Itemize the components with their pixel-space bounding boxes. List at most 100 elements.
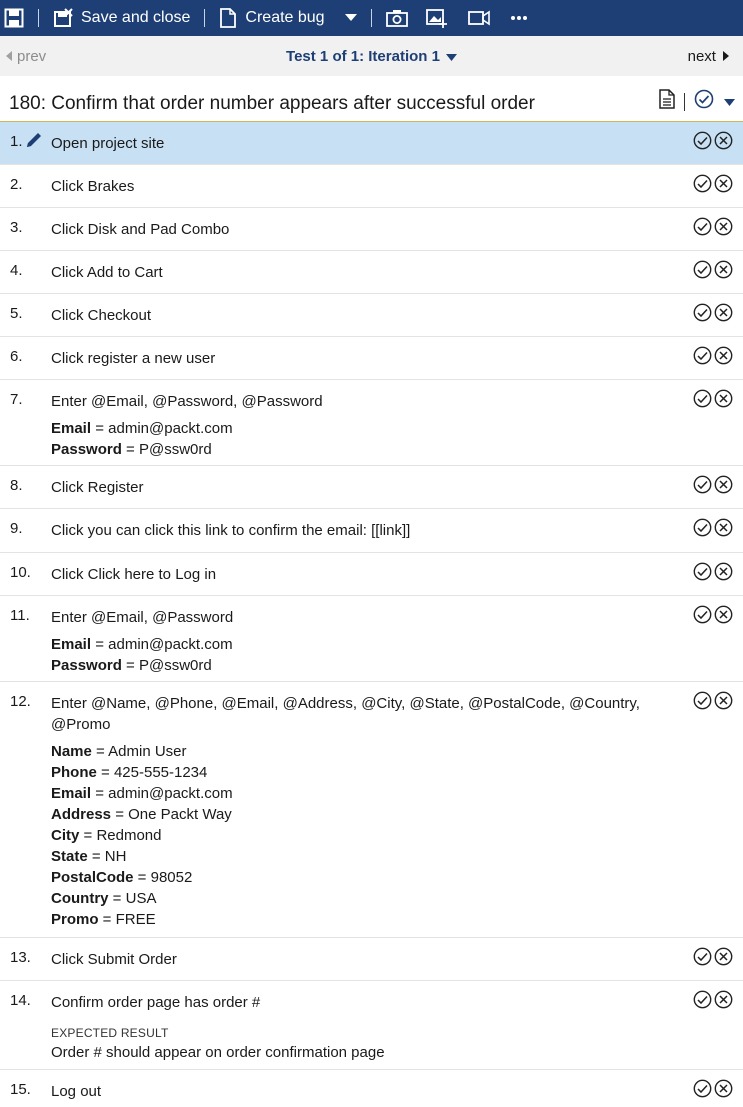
parameter-name: Address xyxy=(51,806,112,823)
test-step[interactable]: 15. Log out xyxy=(0,1070,743,1107)
screenshot-button[interactable] xyxy=(380,0,414,36)
create-bug-button[interactable]: Create bug xyxy=(213,0,330,36)
parameter-row: PostalCode = 98052 xyxy=(51,869,193,886)
test-step[interactable]: 13. Click Submit Order xyxy=(0,938,743,981)
test-step[interactable]: 12. Enter @Name, @Phone, @Email, @Addres… xyxy=(0,682,743,938)
next-button[interactable]: next xyxy=(623,48,743,65)
iteration-label: Test 1 of 1: Iteration 1 xyxy=(286,47,440,65)
pass-step-icon[interactable] xyxy=(693,990,712,1014)
step-action-text: Click Checkout xyxy=(51,307,152,324)
test-step[interactable]: 8. Click Register xyxy=(0,466,743,509)
pass-step-icon[interactable] xyxy=(693,947,712,971)
fail-step-icon[interactable] xyxy=(714,131,733,155)
pass-step-icon[interactable] xyxy=(693,475,712,499)
parameter-value: Admin User xyxy=(108,743,187,760)
pass-step-icon[interactable] xyxy=(693,260,712,284)
pass-step-icon[interactable] xyxy=(693,691,712,715)
fail-step-icon[interactable] xyxy=(714,605,733,629)
parameter-row: Country = USA xyxy=(51,890,157,907)
step-action-text: Confirm order page has order # xyxy=(51,994,261,1011)
step-result-actions xyxy=(691,475,733,499)
fail-step-icon[interactable] xyxy=(714,562,733,586)
fail-step-icon[interactable] xyxy=(714,303,733,327)
test-case-header: 180: Confirm that order number appears a… xyxy=(0,76,743,122)
fail-step-icon[interactable] xyxy=(714,217,733,241)
comment-icon[interactable] xyxy=(659,89,675,114)
step-action-text: Click Click here to Log in xyxy=(51,566,217,583)
step-number: 13. xyxy=(10,949,31,966)
fail-step-icon[interactable] xyxy=(714,389,733,413)
step-number: 9. xyxy=(10,520,23,537)
pass-step-icon[interactable] xyxy=(693,174,712,198)
fail-step-icon[interactable] xyxy=(714,475,733,499)
fail-step-icon[interactable] xyxy=(714,260,733,284)
test-step[interactable]: 14. Confirm order page has order # EXPEC… xyxy=(0,981,743,1070)
test-step[interactable]: 2. Click Brakes xyxy=(0,165,743,208)
record-video-icon xyxy=(467,10,490,26)
step-number: 7. xyxy=(10,391,23,408)
fail-step-icon[interactable] xyxy=(714,518,733,542)
pass-step-icon[interactable] xyxy=(693,131,712,155)
test-step[interactable]: 6. Click register a new user xyxy=(0,337,743,380)
test-step[interactable]: 3. Click Disk and Pad Combo xyxy=(0,208,743,251)
test-step[interactable]: 4. Click Add to Cart xyxy=(0,251,743,294)
pass-step-icon[interactable] xyxy=(693,389,712,413)
pass-step-icon[interactable] xyxy=(693,217,712,241)
fail-step-icon[interactable] xyxy=(714,174,733,198)
step-number: 8. xyxy=(10,477,23,494)
prev-button[interactable]: prev xyxy=(0,48,120,65)
step-number: 4. xyxy=(10,262,23,279)
test-step[interactable]: 7. Enter @Email, @Password, @Password Em… xyxy=(0,380,743,466)
pass-step-icon[interactable] xyxy=(693,605,712,629)
step-number: 15. xyxy=(10,1081,31,1098)
pass-step-icon[interactable] xyxy=(693,346,712,370)
more-button[interactable] xyxy=(504,0,534,36)
test-step[interactable]: 9. Click you can click this link to conf… xyxy=(0,509,743,553)
fail-step-icon[interactable] xyxy=(714,990,733,1014)
parameter-row: Phone = 425-555-1234 xyxy=(51,764,208,781)
iteration-nav-bar: prev Test 1 of 1: Iteration 1 next xyxy=(0,36,743,76)
save-close-icon xyxy=(53,8,73,28)
step-result-actions xyxy=(691,389,733,413)
save-and-close-button[interactable]: Save and close xyxy=(47,0,196,36)
record-video-button[interactable] xyxy=(462,0,496,36)
parameter-name: Email xyxy=(51,636,92,653)
prev-label: prev xyxy=(17,47,47,65)
save-icon[interactable] xyxy=(0,0,30,36)
test-step[interactable]: 1. Open project site xyxy=(0,122,743,165)
capture-image-button[interactable] xyxy=(420,0,454,36)
pass-step-icon[interactable] xyxy=(693,562,712,586)
fail-step-icon[interactable] xyxy=(714,947,733,971)
iteration-selector[interactable]: Test 1 of 1: Iteration 1 xyxy=(286,48,457,65)
step-action-text: Click Register xyxy=(51,479,144,496)
parameter-row: Name = Admin User xyxy=(51,743,187,760)
test-outcome-icon[interactable] xyxy=(694,89,714,114)
step-action-text: Click you can click this link to confirm… xyxy=(51,522,411,539)
parameter-name: Name xyxy=(51,743,92,760)
test-step[interactable]: 5. Click Checkout xyxy=(0,294,743,337)
step-action-text: Log out xyxy=(51,1083,102,1100)
parameter-value: FREE xyxy=(115,911,156,928)
step-action-text: Enter @Name, @Phone, @Email, @Address, @… xyxy=(51,695,640,733)
test-step[interactable]: 11. Enter @Email, @Password Email = admi… xyxy=(0,596,743,682)
pass-step-icon[interactable] xyxy=(693,303,712,327)
test-step[interactable]: 10. Click Click here to Log in xyxy=(0,553,743,596)
step-action-text: Enter @Email, @Password xyxy=(51,609,234,626)
title-divider xyxy=(684,92,685,111)
fail-step-icon[interactable] xyxy=(714,1079,733,1103)
pass-step-icon[interactable] xyxy=(693,518,712,542)
parameter-value: Redmond xyxy=(96,827,162,844)
step-action-text: Open project site xyxy=(51,135,165,152)
parameter-row: Email = admin@packt.com xyxy=(51,785,233,802)
step-number: 1. xyxy=(10,133,23,150)
fail-step-icon[interactable] xyxy=(714,346,733,370)
step-action-text: Click Submit Order xyxy=(51,951,177,968)
step-result-actions xyxy=(691,303,733,327)
create-bug-dropdown[interactable] xyxy=(339,0,363,36)
pass-step-icon[interactable] xyxy=(693,1079,712,1103)
step-action-text: Enter @Email, @Password, @Password xyxy=(51,393,323,410)
outcome-dropdown-icon[interactable] xyxy=(724,93,735,111)
fail-step-icon[interactable] xyxy=(714,691,733,715)
expected-result-text: Order # should appear on order confirmat… xyxy=(51,1044,385,1061)
parameter-row: Password = P@ssw0rd xyxy=(51,657,212,674)
